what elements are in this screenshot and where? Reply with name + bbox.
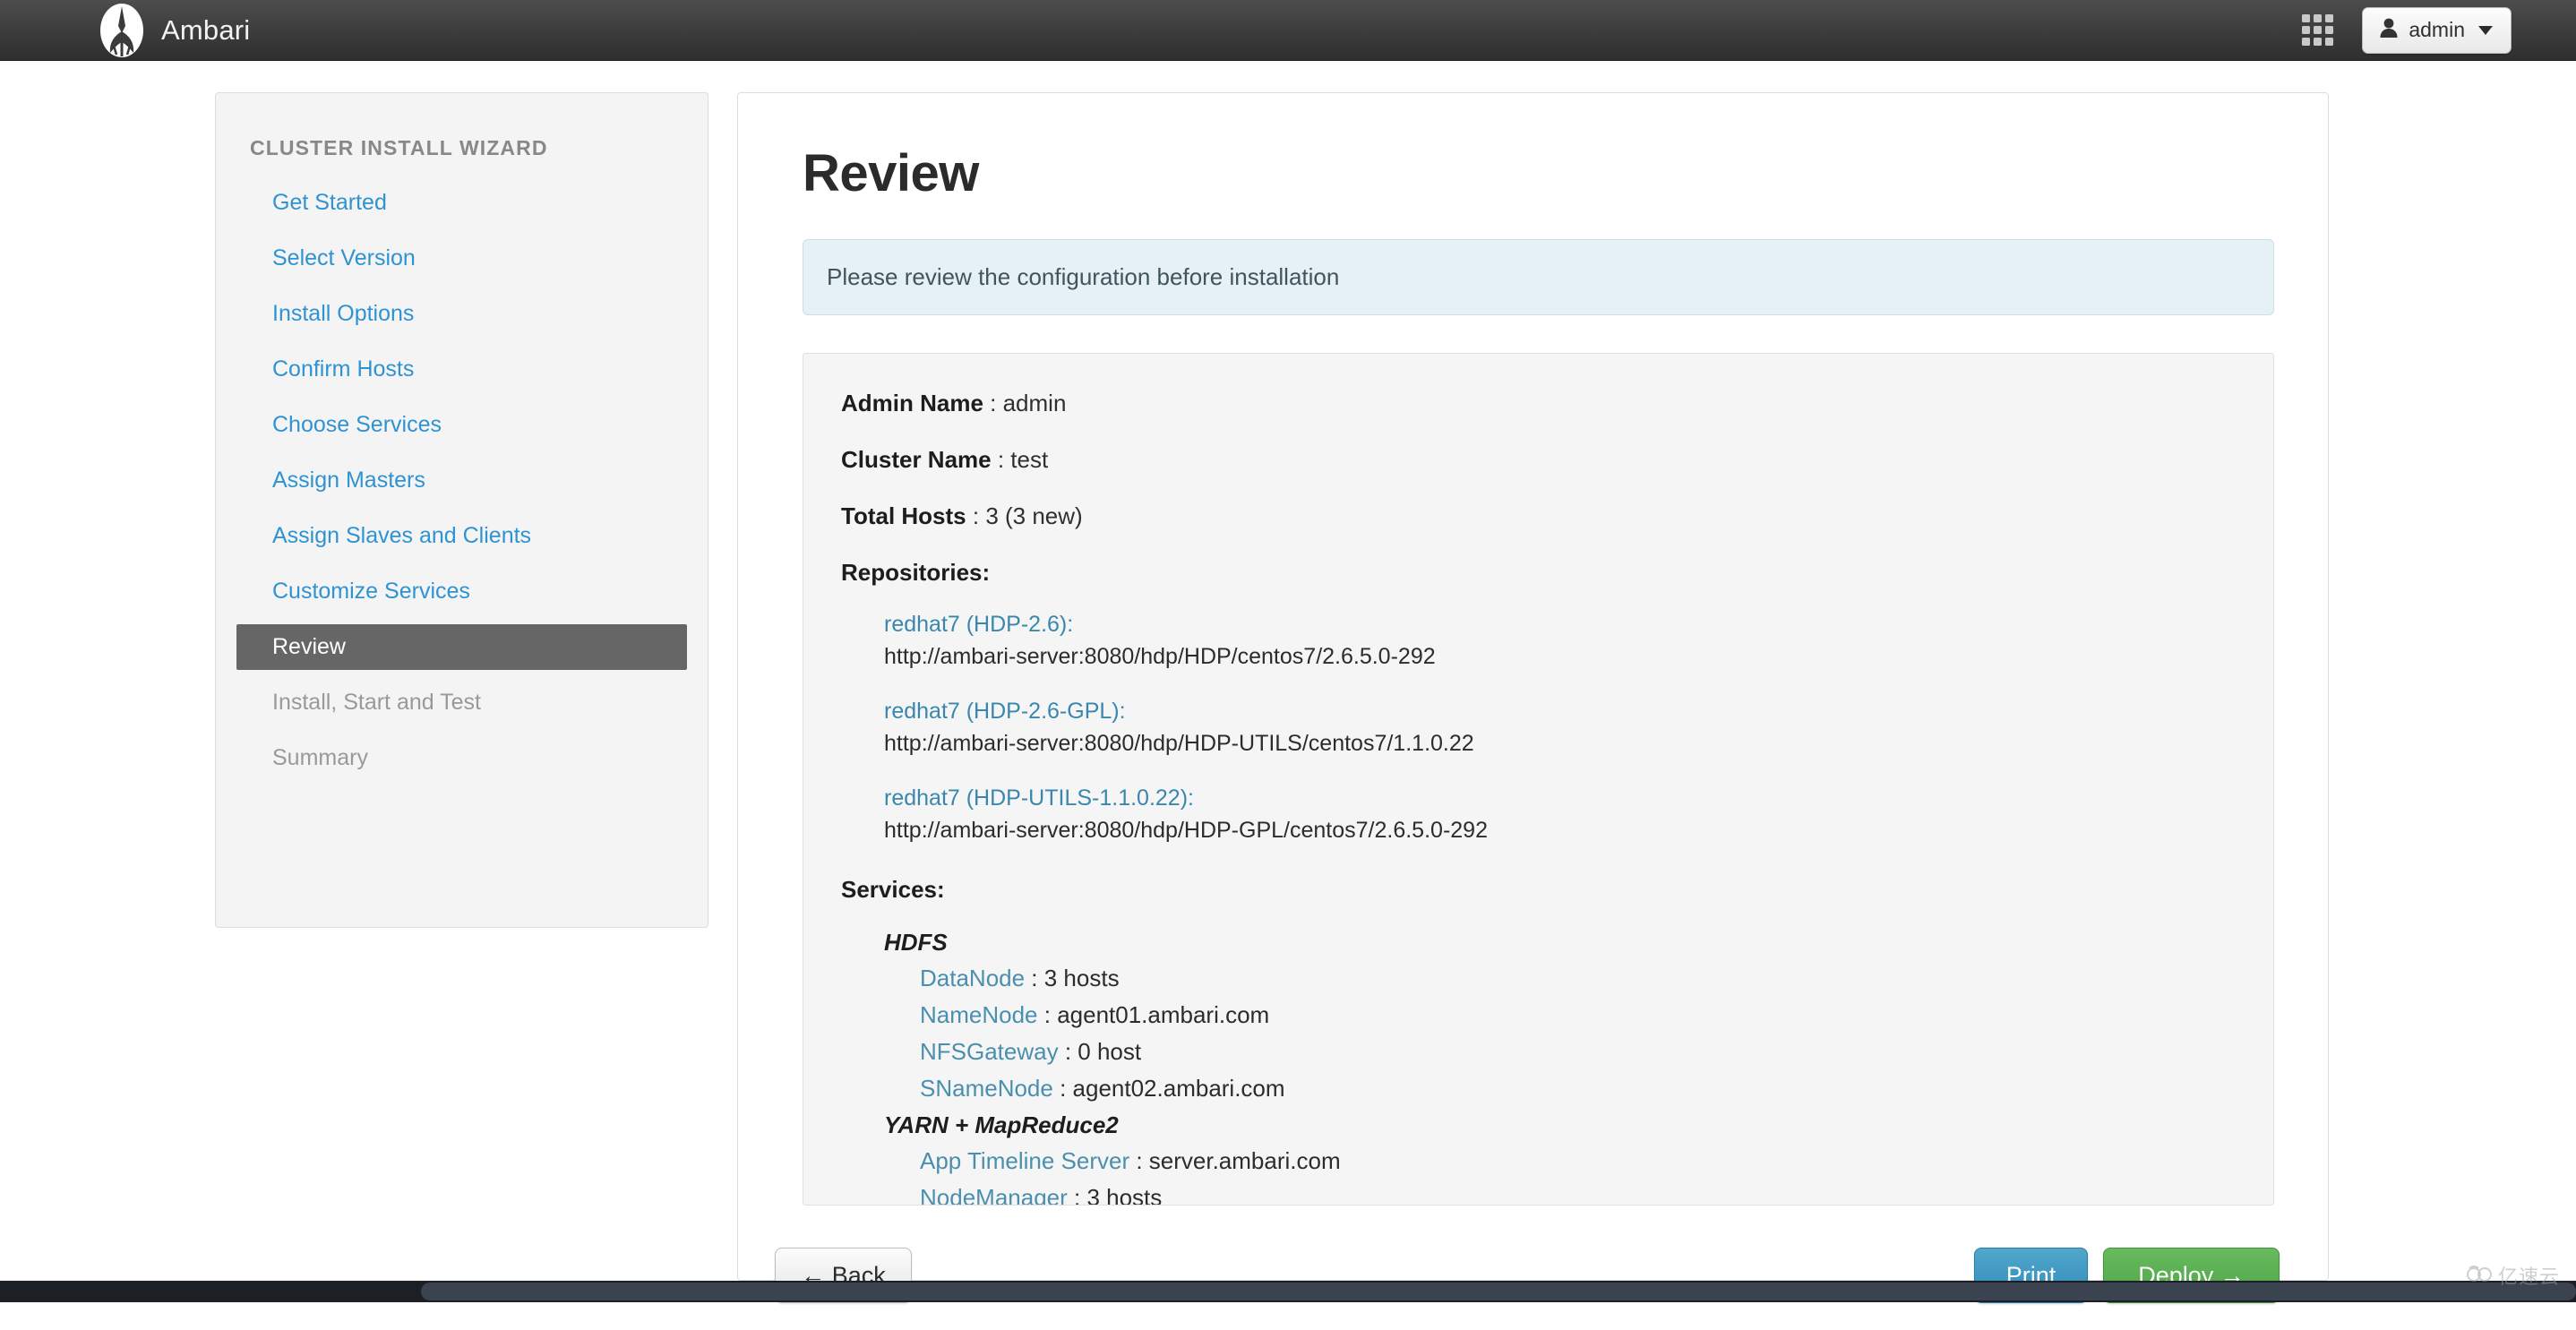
sidebar-item-choose-services[interactable]: Choose Services [216,402,708,448]
brand[interactable]: Ambari [99,3,250,58]
repository-name[interactable]: redhat7 (HDP-2.6-GPL): [884,699,2273,725]
repository-item: redhat7 (HDP-2.6-GPL): http://ambari-ser… [884,699,2273,757]
repository-url: http://ambari-server:8080/hdp/HDP/centos… [884,644,1436,669]
sidebar-item-confirm-hosts[interactable]: Confirm Hosts [216,347,708,392]
component-value: server.ambari.com [1148,1147,1341,1174]
repositories-label: Repositories: [841,559,991,586]
user-icon [2379,17,2399,44]
component-value: agent01.ambari.com [1057,1001,1270,1028]
component-name[interactable]: DataNode [920,965,1025,991]
repository-item: redhat7 (HDP-UTILS-1.1.0.22): http://amb… [884,785,2273,844]
sidebar-item-select-version[interactable]: Select Version [216,236,708,281]
brand-title: Ambari [161,13,251,46]
page-title: Review [803,144,979,202]
watermark-text: 亿速云 [2497,1266,2560,1288]
service-component-list: DataNode : 3 hosts NameNode : agent01.am… [920,965,2273,1103]
sidebar-item-summary: Summary [272,745,368,770]
navbar-right: admin [2302,6,2512,54]
sidebar-item-install-start-test: Install, Start and Test [272,690,481,715]
sidebar-item-assign-slaves-clients[interactable]: Assign Slaves and Clients [216,513,708,559]
total-hosts-label: Total Hosts [841,502,966,529]
main-content-panel: Review Please review the configuration b… [737,92,2329,1281]
repository-name[interactable]: redhat7 (HDP-UTILS-1.1.0.22): [884,785,2273,811]
component-name[interactable]: SNameNode [920,1075,1053,1102]
admin-name-label: Admin Name [841,390,983,416]
component-value: 0 host [1078,1038,1142,1065]
admin-name-row: Admin Name : admin [841,390,2273,417]
ambari-logo-icon [99,3,145,58]
service-component-row: DataNode : 3 hosts [920,965,2273,992]
repository-name[interactable]: redhat7 (HDP-2.6): [884,612,2273,638]
review-summary-box: Admin Name : admin Cluster Name : test T… [803,353,2274,1206]
services-label: Services: [841,876,945,903]
cloud-icon [2466,1265,2493,1287]
service-component-list: App Timeline Server : server.ambari.com … [920,1147,2273,1206]
service-component-row: App Timeline Server : server.ambari.com [920,1147,2273,1175]
service-name: HDFS [884,929,948,956]
admin-name-value: admin [1002,390,1067,416]
component-value: 3 hosts [1043,965,1120,991]
component-value: 3 hosts [1086,1184,1163,1206]
sidebar-item-customize-services[interactable]: Customize Services [216,569,708,614]
service-name: YARN + MapReduce2 [884,1111,1119,1138]
component-sep: : [1067,1184,1087,1206]
service-component-row: SNameNode : agent02.ambari.com [920,1075,2273,1103]
cluster-name-sep: : [991,446,1011,473]
service-component-row: NameNode : agent01.ambari.com [920,1001,2273,1029]
wizard-sidebar: CLUSTER INSTALL WIZARD Get Started Selec… [215,92,708,928]
service-group-yarn-mapreduce2: YARN + MapReduce2 App Timeline Server : … [884,1111,2273,1206]
service-list: HDFS DataNode : 3 hosts NameNode : agent… [884,929,2273,1206]
sidebar-item-assign-masters[interactable]: Assign Masters [216,458,708,503]
component-value: agent02.ambari.com [1072,1075,1285,1102]
top-navbar: Ambari admin [0,0,2576,61]
watermark: 亿速云 [2466,1261,2560,1290]
chevron-down-icon [2478,25,2493,35]
total-hosts-value: 3 (3 new) [985,502,1083,529]
repository-item: redhat7 (HDP-2.6): http://ambari-server:… [884,612,2273,670]
service-component-row: NFSGateway : 0 host [920,1038,2273,1066]
user-menu-button[interactable]: admin [2362,6,2512,54]
admin-name-sep: : [983,390,1003,416]
component-sep: : [1052,1075,1073,1102]
cluster-name-row: Cluster Name : test [841,446,2273,474]
sidebar-item-install-options[interactable]: Install Options [216,291,708,337]
total-hosts-sep: : [966,502,986,529]
cluster-name-label: Cluster Name [841,446,992,473]
repository-url: http://ambari-server:8080/hdp/HDP-UTILS/… [884,731,1474,756]
component-name[interactable]: NodeManager [920,1184,1068,1205]
repository-url: http://ambari-server:8080/hdp/HDP-GPL/ce… [884,818,1488,843]
component-sep: : [1025,965,1044,991]
total-hosts-row: Total Hosts : 3 (3 new) [841,502,2273,530]
component-sep: : [1129,1147,1149,1174]
horizontal-scrollbar-thumb[interactable] [421,1283,2576,1300]
repository-list: redhat7 (HDP-2.6): http://ambari-server:… [884,612,2273,844]
sidebar-title: CLUSTER INSTALL WIZARD [250,136,548,159]
page-body: CLUSTER INSTALL WIZARD Get Started Selec… [0,61,2576,1303]
component-name[interactable]: App Timeline Server [920,1147,1129,1174]
user-menu-label: admin [2409,18,2465,41]
cluster-name-value: test [1010,446,1049,473]
sidebar-item-get-started[interactable]: Get Started [216,180,708,226]
review-alert-banner: Please review the configuration before i… [803,239,2274,315]
component-sep: : [1058,1038,1078,1065]
service-component-row: NodeManager : 3 hosts [920,1184,2273,1206]
apps-grid-icon[interactable] [2302,14,2334,46]
component-sep: : [1037,1001,1058,1028]
wizard-step-list: Get Started Select Version Install Optio… [216,180,708,781]
component-name[interactable]: NFSGateway [920,1038,1059,1065]
service-group-hdfs: HDFS DataNode : 3 hosts NameNode : agent… [884,929,2273,1103]
sidebar-item-review[interactable]: Review [236,624,687,670]
component-name[interactable]: NameNode [920,1001,1038,1028]
